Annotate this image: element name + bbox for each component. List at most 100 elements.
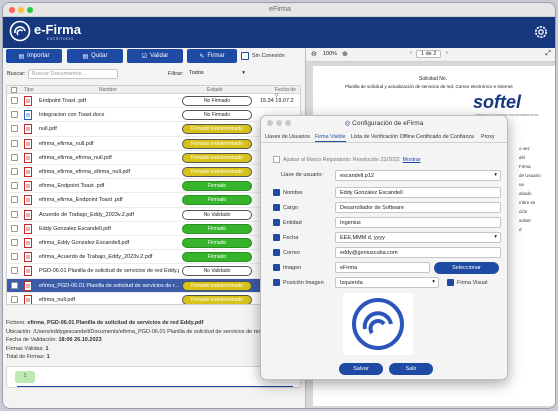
position-select[interactable]: Izquierda ▾ (335, 277, 439, 288)
entity-field[interactable]: Ingenius (335, 217, 501, 228)
row-checkbox[interactable] (11, 125, 18, 133)
table-row[interactable]: efirma_efirma_Endpoint Toast .pdf Firmado (7, 193, 300, 208)
info-total-value: 1 (46, 354, 50, 361)
search-placeholder: Buscar Documentos... (32, 71, 87, 77)
date-row-label: Fecha (273, 234, 298, 241)
header-state[interactable]: Estado (207, 87, 223, 93)
table-row[interactable]: Acuerdo de Trabajo_Eddy_2023v.2.pdf No Va… (7, 208, 300, 222)
tab-user-keys[interactable]: Llaves de Usuarios (265, 134, 310, 140)
user-key-label: Llave de usuario: (281, 172, 323, 178)
page-next-icon[interactable]: › (446, 50, 448, 56)
offline-checkbox[interactable] (241, 52, 249, 60)
email-field[interactable]: eddy@geniuscuba.com (335, 247, 501, 258)
doc-side-text: del (519, 155, 526, 160)
table-row[interactable]: efirma_null.pdf Firmado Indeterminado (7, 293, 300, 304)
row-checkbox[interactable] (11, 253, 18, 261)
table-row[interactable]: Eddy Gonzalez Escandell.pdf Firmado (7, 222, 300, 236)
zoom-in-icon[interactable]: ⊕ (342, 50, 348, 58)
name-checkbox[interactable] (273, 189, 280, 196)
user-key-select[interactable]: escandell.p12 ▾ (335, 170, 501, 181)
info-file: Fichero: efirma_PGD-06.01 Planilla de so… (6, 319, 301, 328)
position-checkbox[interactable] (273, 204, 280, 211)
filter-select[interactable]: Todos ▾ (186, 69, 248, 79)
signature-tag-label: 1 (23, 373, 27, 379)
row-checkbox[interactable] (11, 210, 18, 218)
date-checkbox[interactable] (273, 234, 280, 241)
validate-icon: ☑ (141, 53, 148, 60)
word-file-icon (24, 110, 32, 121)
row-checkbox[interactable] (11, 139, 18, 147)
show-link[interactable]: Mostrar (403, 157, 421, 163)
row-checkbox[interactable] (11, 281, 18, 289)
save-button[interactable]: Salvar (339, 363, 383, 375)
tab-trusted-certificate[interactable]: Certificado de Confianza (416, 134, 474, 140)
fit-page-icon[interactable]: ⤢ (545, 50, 551, 58)
entity-checkbox[interactable] (273, 219, 280, 226)
gear-icon[interactable] (533, 24, 549, 40)
row-checkbox[interactable] (11, 97, 18, 104)
date-field[interactable]: EEE,MMM d, yyyy ▾ (335, 232, 501, 243)
table-row[interactable]: null.pdf Firmado Indeterminado (7, 122, 300, 137)
table-row[interactable]: Integracion con Toast.docx No Firmado (7, 108, 300, 123)
row-status-badge: Firmado Indeterminado (182, 152, 252, 163)
exit-button[interactable]: Salir (389, 363, 433, 375)
validate-label: Validar (150, 53, 169, 59)
doc-side-text: ariado (519, 191, 532, 196)
sign-button[interactable]: ✎ Firmar (187, 49, 237, 63)
info-valid-label: Firmas Válidas: (6, 345, 44, 352)
header-type[interactable]: Tipo (24, 87, 34, 93)
position-checkbox[interactable] (273, 279, 280, 286)
table-row[interactable]: PGD-06.01 Planilla de solicitud de servi… (7, 264, 300, 279)
search-input[interactable]: Buscar Documentos... (28, 69, 118, 79)
adjust-checkbox[interactable] (273, 156, 280, 163)
tab-visible-signature[interactable]: Firma Visible (315, 134, 346, 142)
row-date: 15.34 19.07.2 (260, 98, 294, 104)
row-checkbox[interactable] (11, 196, 18, 204)
tab-proxy[interactable]: Proxy (481, 134, 495, 140)
import-button[interactable]: ▤ Importar (6, 49, 62, 63)
image-checkbox[interactable] (273, 264, 280, 271)
table-row[interactable]: efirma_Acuerdo de Trabajo_Eddy_2023v.2.p… (7, 250, 300, 265)
signature-tag[interactable]: 1 (15, 371, 35, 383)
page-current[interactable]: 1 (421, 51, 424, 57)
position-field[interactable]: Desarrollador de Software (335, 202, 501, 213)
fingerprint-icon (352, 298, 404, 350)
app-header: e-Firma ESCRITORIO (3, 17, 555, 48)
search-label: Buscar: (7, 71, 26, 77)
validate-button[interactable]: ☑ Validar (127, 49, 183, 63)
zoom-value[interactable]: 100% (323, 51, 337, 57)
zoom-out-icon[interactable]: ⊖ (311, 50, 317, 58)
file-remove-icon: ▤ (82, 53, 89, 60)
table-row[interactable]: efirma_efirma_efirma_efirma_null.pdf Firm… (7, 165, 300, 180)
table-row[interactable]: efirma_Eddy Gonzalez Escandell.pdf Firmad… (7, 236, 300, 251)
row-checkbox[interactable] (11, 239, 18, 246)
remove-button[interactable]: ▤ Quitar (67, 49, 123, 63)
visual-signature-checkbox[interactable] (447, 279, 454, 286)
image-field[interactable]: eFirma (335, 262, 430, 273)
table-row[interactable]: efirma_PGD-06.01 Planilla de solicitud d… (7, 278, 300, 293)
table-row[interactable]: efirma_Endpoint Toast .pdf Firmado (7, 179, 300, 194)
tab-offline-list[interactable]: Lista de Verificación Offline (351, 134, 415, 140)
row-checkbox[interactable] (11, 267, 18, 275)
page-prev-icon[interactable]: ‹ (410, 50, 412, 56)
row-checkbox[interactable] (11, 295, 18, 303)
row-checkbox[interactable] (11, 153, 18, 161)
header-name[interactable]: Nombre (99, 87, 117, 93)
email-checkbox[interactable] (273, 249, 280, 256)
settings-dialog: ◎ Configuración de eFirma Llaves de Usua… (260, 115, 508, 380)
info-valid: Firmas Válidas: 1 (6, 345, 301, 354)
signature-bar (17, 384, 293, 387)
table-row[interactable]: efirma_efirma_efirma_null.pdf Firmado Ind… (7, 151, 300, 165)
table-row[interactable]: efirma_efirma_null.pdf Firmado Indetermin… (7, 137, 300, 151)
row-status-badge: Firmado (182, 223, 252, 234)
name-field[interactable]: Eddy Gonzalez Escandell (335, 187, 501, 198)
row-checkbox[interactable] (11, 224, 18, 232)
table-row[interactable]: Endpoint Toast .pdf No Firmado 15.34 19.07… (7, 94, 300, 109)
pdf-file-icon (24, 209, 32, 220)
row-checkbox[interactable] (11, 111, 18, 119)
row-checkbox[interactable] (11, 182, 18, 190)
row-checkbox[interactable] (11, 168, 18, 175)
header-checkbox[interactable] (11, 87, 17, 93)
select-image-button[interactable]: Seleccionar (434, 262, 499, 274)
info-valid-value: 1 (45, 345, 49, 352)
